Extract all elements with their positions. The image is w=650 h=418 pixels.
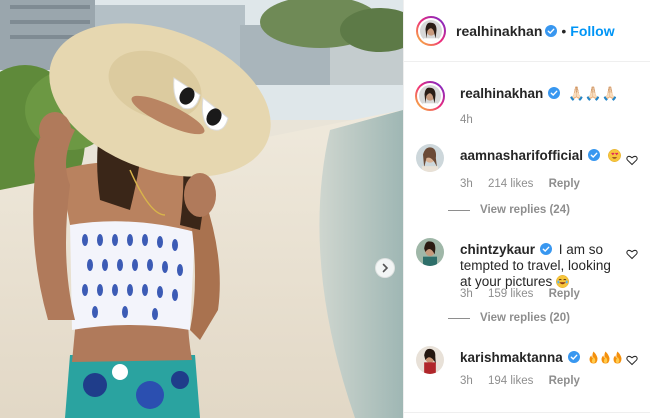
- follow-button[interactable]: Follow: [570, 23, 614, 39]
- author-username[interactable]: realhinakhan: [456, 23, 542, 39]
- comment-likes[interactable]: 194 likes: [488, 375, 533, 387]
- laughing-emoji-icon: [556, 275, 570, 288]
- verified-badge-icon: [545, 24, 558, 37]
- view-replies-button[interactable]: View replies (20): [448, 312, 570, 324]
- comment-row: karishmaktanna 3h 194 likes Reply: [416, 346, 638, 396]
- reply-button[interactable]: Reply: [549, 375, 580, 387]
- comment-time[interactable]: 3h: [460, 375, 473, 387]
- replies-divider: [448, 209, 470, 211]
- fire-emoji-icon: [613, 351, 622, 364]
- comment-username[interactable]: karishmaktanna: [460, 350, 563, 365]
- next-photo-button[interactable]: [375, 258, 395, 278]
- replies-divider: [448, 317, 470, 319]
- caption-row: realhinakhan 🙏🏻🙏🏻🙏🏻 4h: [415, 81, 638, 126]
- verified-badge-icon: [540, 243, 553, 255]
- view-replies-button[interactable]: View replies (24): [448, 204, 570, 216]
- comment-text: chintzykaur I am so tempted to travel, l…: [460, 242, 624, 290]
- separator-dot: •: [561, 22, 567, 39]
- comment-meta: 3h 214 likes Reply: [460, 178, 592, 190]
- action-bar-edge: [404, 412, 650, 418]
- comment-username[interactable]: aamnasharifofficial: [460, 148, 583, 163]
- comment-username[interactable]: chintzykaur: [460, 242, 535, 257]
- avatar-portrait-icon: [416, 238, 444, 266]
- post-side-panel: realhinakhan • Follow realhinakhan 🙏🏻🙏🏻🙏…: [403, 0, 650, 418]
- commenter-avatar[interactable]: [416, 346, 444, 374]
- avatar-portrait-icon: [420, 19, 442, 42]
- comment-text: aamnasharifofficial: [460, 148, 624, 164]
- author-avatar[interactable]: [416, 15, 446, 46]
- caption-text: realhinakhan 🙏🏻🙏🏻🙏🏻: [460, 86, 624, 102]
- verified-badge-icon: [588, 149, 601, 161]
- caption-emoji: 🙏🏻🙏🏻🙏🏻: [568, 86, 619, 101]
- post-photo[interactable]: [0, 0, 403, 418]
- view-replies-label: View replies (24): [480, 204, 570, 216]
- fire-emoji-group: [588, 350, 624, 365]
- chevron-right-icon: [382, 263, 389, 273]
- comment-text: karishmaktanna: [460, 350, 624, 366]
- verified-badge-icon: [548, 87, 561, 99]
- caption-time[interactable]: 4h: [460, 114, 473, 126]
- avatar-portrait-icon: [416, 346, 444, 374]
- comments-list[interactable]: realhinakhan 🙏🏻🙏🏻🙏🏻 4h aamnasharifoffici…: [404, 62, 650, 418]
- heart-outline-icon[interactable]: [626, 354, 638, 366]
- heart-outline-icon[interactable]: [626, 248, 638, 260]
- avatar-portrait-icon: [419, 85, 441, 107]
- caption-author-avatar[interactable]: [415, 81, 445, 111]
- verified-badge-icon: [567, 351, 580, 363]
- view-replies-label: View replies (20): [480, 312, 570, 324]
- commenter-avatar[interactable]: [416, 144, 444, 172]
- commenter-avatar[interactable]: [416, 238, 444, 266]
- caption-meta: 4h: [460, 114, 485, 126]
- post-header: realhinakhan • Follow: [404, 0, 650, 62]
- instagram-post-modal: realhinakhan • Follow realhinakhan 🙏🏻🙏🏻🙏…: [0, 0, 650, 418]
- reply-button[interactable]: Reply: [549, 288, 580, 300]
- caption-username[interactable]: realhinakhan: [460, 86, 543, 101]
- comment-likes[interactable]: 214 likes: [488, 178, 533, 190]
- comment-likes[interactable]: 159 likes: [488, 288, 533, 300]
- heart-eyes-emoji-icon: [607, 149, 621, 162]
- heart-outline-icon[interactable]: [626, 154, 638, 166]
- fire-emoji-icon: [601, 351, 610, 364]
- comment-time[interactable]: 3h: [460, 288, 473, 300]
- comment-meta: 3h 194 likes Reply: [460, 375, 592, 387]
- comment-time[interactable]: 3h: [460, 178, 473, 190]
- fire-emoji-icon: [589, 351, 598, 364]
- beach-photo-illustration: [0, 0, 403, 418]
- avatar-portrait-icon: [416, 144, 444, 172]
- reply-button[interactable]: Reply: [549, 178, 580, 190]
- comment-row: chintzykaur I am so tempted to travel, l…: [416, 238, 638, 308]
- comment-meta: 3h 159 likes Reply: [460, 288, 592, 300]
